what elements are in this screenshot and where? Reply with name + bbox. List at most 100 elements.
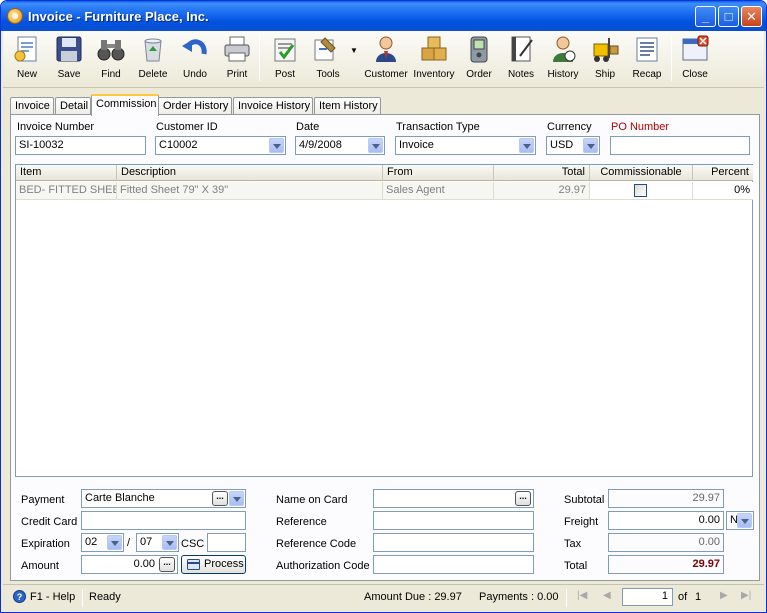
customer-button[interactable]: Customer bbox=[363, 34, 409, 86]
grid-cell-percent[interactable]: 0% bbox=[693, 182, 753, 200]
credit-card-field[interactable] bbox=[81, 511, 246, 530]
po-number-field[interactable] bbox=[610, 136, 750, 155]
column-header-commissionable[interactable]: Commissionable bbox=[590, 165, 693, 181]
freight-code-combobox[interactable]: N bbox=[726, 511, 754, 530]
toolbar-separator bbox=[259, 35, 260, 81]
name-on-card-field[interactable]: ... bbox=[373, 489, 534, 508]
transaction-type-combobox[interactable]: Invoice bbox=[395, 136, 536, 155]
previous-page-icon[interactable]: ◀ bbox=[603, 590, 611, 601]
close-window-button[interactable]: ✕ bbox=[741, 6, 762, 27]
recap-button[interactable]: Recap bbox=[627, 34, 667, 86]
grid-cell-description[interactable]: Fitted Sheet 79" X 39" bbox=[117, 182, 383, 200]
chevron-down-icon[interactable] bbox=[229, 491, 244, 506]
commissionable-checkbox[interactable] bbox=[634, 184, 647, 197]
grid-cell-item[interactable]: BED- FITTED SHEET bbox=[16, 182, 117, 200]
chevron-down-icon[interactable] bbox=[368, 138, 383, 153]
undo-button[interactable]: Undo bbox=[175, 34, 215, 86]
authorization-code-field[interactable] bbox=[373, 555, 534, 574]
total-value: 29.97 bbox=[608, 555, 724, 574]
find-button[interactable]: Find bbox=[91, 34, 131, 86]
column-header-description[interactable]: Description bbox=[117, 165, 383, 181]
tab-order-history[interactable]: Order History bbox=[158, 97, 232, 115]
maximize-button[interactable]: □ bbox=[718, 6, 739, 27]
column-header-percent[interactable]: Percent bbox=[693, 165, 753, 181]
tab-detail[interactable]: Detail bbox=[55, 97, 91, 115]
status-separator bbox=[566, 589, 567, 607]
column-header-total[interactable]: Total bbox=[494, 165, 590, 181]
currency-combobox[interactable]: USD bbox=[546, 136, 600, 155]
tax-value: 0.00 bbox=[608, 533, 724, 552]
credit-card-icon bbox=[187, 559, 200, 570]
last-page-icon[interactable]: ▶| bbox=[741, 590, 751, 601]
save-button[interactable]: Save bbox=[49, 34, 89, 86]
inventory-button[interactable]: Inventory bbox=[411, 34, 457, 86]
grid-cell-total[interactable]: 29.97 bbox=[494, 182, 590, 200]
chevron-down-icon[interactable] bbox=[107, 535, 122, 550]
order-button[interactable]: Order bbox=[459, 34, 499, 86]
process-button[interactable]: Process bbox=[181, 555, 246, 574]
first-page-icon[interactable]: |◀ bbox=[577, 590, 587, 601]
tools-dropdown-arrow-icon[interactable]: ▼ bbox=[350, 46, 358, 55]
chevron-down-icon[interactable] bbox=[737, 513, 752, 528]
ship-button[interactable]: Ship bbox=[585, 34, 625, 86]
column-header-item[interactable]: Item bbox=[16, 165, 117, 181]
notes-notebook-icon bbox=[511, 36, 533, 62]
csc-field[interactable] bbox=[207, 533, 246, 552]
tools-button[interactable]: ▼ Tools bbox=[305, 34, 361, 86]
notes-button[interactable]: Notes bbox=[501, 34, 541, 86]
reference-field[interactable] bbox=[373, 511, 534, 530]
grid-cell-from[interactable]: Sales Agent bbox=[383, 182, 494, 200]
credit-card-label: Credit Card bbox=[21, 516, 78, 528]
tools-icon bbox=[314, 37, 336, 61]
tab-invoice[interactable]: Invoice bbox=[10, 97, 54, 115]
toolbar-separator bbox=[671, 35, 672, 81]
customer-id-combobox[interactable]: C10002 bbox=[155, 136, 286, 155]
freight-field[interactable]: 0.00 bbox=[608, 511, 724, 530]
close-button[interactable]: Close bbox=[675, 34, 715, 86]
status-text: Ready bbox=[89, 591, 121, 603]
chevron-down-icon[interactable] bbox=[583, 138, 598, 153]
status-bar: ? F1 - Help Ready Amount Due : 29.97 Pay… bbox=[3, 584, 764, 610]
delete-button[interactable]: Delete bbox=[133, 34, 173, 86]
transaction-type-label: Transaction Type bbox=[396, 121, 480, 133]
tab-commission[interactable]: Commission bbox=[91, 94, 159, 116]
date-picker[interactable]: 4/9/2008 bbox=[295, 136, 385, 155]
printer-icon bbox=[224, 36, 250, 62]
post-checkmark-icon bbox=[274, 38, 296, 62]
ship-forklift-icon bbox=[593, 38, 619, 62]
next-page-icon[interactable]: ▶ bbox=[720, 590, 728, 601]
recycle-bin-icon bbox=[144, 38, 162, 62]
ellipsis-icon[interactable]: ... bbox=[515, 491, 531, 506]
column-header-from[interactable]: From bbox=[383, 165, 494, 181]
total-pages-text: 1 bbox=[695, 591, 702, 603]
page-number-field[interactable]: 1 bbox=[622, 588, 673, 606]
ellipsis-icon[interactable]: ... bbox=[212, 491, 228, 506]
chevron-down-icon[interactable] bbox=[519, 138, 534, 153]
tab-item-history[interactable]: Item History bbox=[314, 97, 381, 115]
history-person-icon bbox=[553, 36, 576, 62]
po-number-label: PO Number bbox=[611, 121, 670, 133]
app-icon[interactable] bbox=[7, 8, 23, 24]
invoice-number-field[interactable]: SI-10032 bbox=[15, 136, 146, 155]
reference-code-field[interactable] bbox=[373, 533, 534, 552]
help-icon[interactable]: ? bbox=[13, 590, 26, 603]
print-button[interactable]: Print bbox=[217, 34, 257, 86]
order-device-icon bbox=[470, 36, 488, 63]
invoice-number-label: Invoice Number bbox=[17, 121, 95, 133]
invoice-window: Invoice - Furniture Place, Inc. _ □ ✕ Ne… bbox=[0, 0, 767, 613]
history-button[interactable]: History bbox=[543, 34, 583, 86]
amount-field[interactable]: 0.00 ... bbox=[81, 555, 178, 574]
chevron-down-icon[interactable] bbox=[162, 535, 177, 550]
expiration-month-combobox[interactable]: 02 bbox=[81, 533, 124, 552]
chevron-down-icon[interactable] bbox=[269, 138, 284, 153]
title-bar[interactable]: Invoice - Furniture Place, Inc. _ □ ✕ bbox=[1, 1, 766, 31]
grid-cell-commissionable[interactable] bbox=[590, 182, 693, 200]
tab-invoice-history[interactable]: Invoice History bbox=[233, 97, 313, 115]
payment-combobox[interactable]: Carte Blanche ... bbox=[81, 489, 246, 508]
new-button[interactable]: New bbox=[7, 34, 47, 86]
ellipsis-icon[interactable]: ... bbox=[159, 557, 175, 572]
toolbar: New Save Find Delete Undo Print Post ▼ T… bbox=[3, 31, 764, 88]
minimize-button[interactable]: _ bbox=[695, 6, 716, 27]
freight-label: Freight bbox=[564, 516, 599, 528]
expiration-year-combobox[interactable]: 07 bbox=[136, 533, 179, 552]
